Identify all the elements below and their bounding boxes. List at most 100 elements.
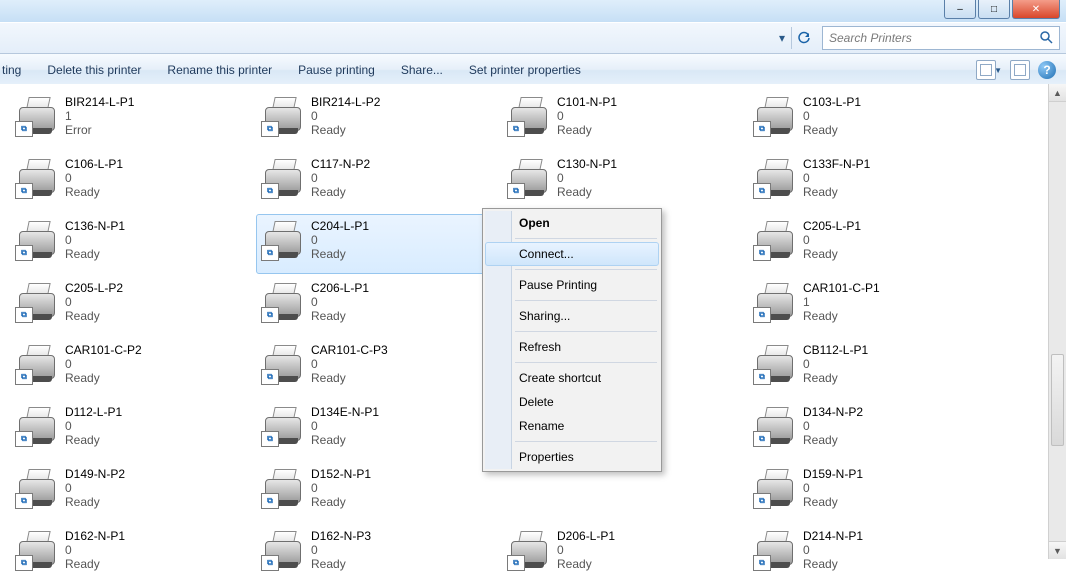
- printer-text: D112-L-P10Ready: [65, 403, 122, 447]
- printer-job-count: 1: [803, 295, 880, 309]
- printer-item[interactable]: ⧉C205-L-P20Ready: [10, 276, 256, 336]
- printer-item[interactable]: ⧉C204-L-P10Ready: [256, 214, 502, 274]
- printer-icon: ⧉: [753, 93, 797, 137]
- printer-icon: ⧉: [261, 217, 305, 261]
- printer-icon: ⧉: [753, 341, 797, 385]
- printer-job-count: 0: [803, 357, 868, 371]
- printer-job-count: 0: [311, 171, 370, 185]
- printer-name: C136-N-P1: [65, 219, 125, 233]
- printer-job-count: 0: [803, 233, 861, 247]
- printer-job-count: 0: [65, 543, 125, 557]
- search-placeholder: Search Printers: [829, 31, 912, 45]
- printer-text: C205-L-P20Ready: [65, 279, 123, 323]
- printer-item[interactable]: ⧉C206-L-P10Ready: [256, 276, 502, 336]
- printer-status: Ready: [311, 309, 369, 323]
- printer-item[interactable]: ⧉D159-N-P10Ready: [748, 462, 994, 522]
- context-refresh[interactable]: Refresh: [485, 335, 659, 359]
- context-open[interactable]: Open: [485, 211, 659, 235]
- printer-item[interactable]: ⧉BIR214-L-P20Ready: [256, 90, 502, 150]
- printer-name: C101-N-P1: [557, 95, 617, 109]
- printer-name: D134E-N-P1: [311, 405, 379, 419]
- printer-name: C106-L-P1: [65, 157, 123, 171]
- vertical-scrollbar[interactable]: ▲ ▼: [1048, 84, 1066, 559]
- rename-printer-command[interactable]: Rename this printer: [167, 63, 272, 77]
- context-pause-printing[interactable]: Pause Printing: [485, 273, 659, 297]
- address-history-chevron-icon[interactable]: ▾: [773, 27, 791, 49]
- printer-item[interactable]: ⧉D214-N-P10Ready: [748, 524, 994, 584]
- context-sharing[interactable]: Sharing...: [485, 304, 659, 328]
- printer-status: Ready: [65, 247, 125, 261]
- view-options-button[interactable]: ▼: [976, 60, 1002, 80]
- printer-status: Ready: [803, 123, 861, 137]
- printer-icon: ⧉: [15, 93, 59, 137]
- printer-icon: ⧉: [753, 279, 797, 323]
- printer-item[interactable]: ⧉D152-N-P10Ready: [256, 462, 502, 522]
- printer-item[interactable]: ⧉D134E-N-P10Ready: [256, 400, 502, 460]
- printer-item[interactable]: ⧉D162-N-P10Ready: [10, 524, 256, 584]
- printer-text: BIR214-L-P11Error: [65, 93, 134, 137]
- printer-item[interactable]: ⧉D134-N-P20Ready: [748, 400, 994, 460]
- printer-name: D162-N-P3: [311, 529, 371, 543]
- printer-status: Ready: [311, 557, 371, 571]
- printer-icon: ⧉: [261, 155, 305, 199]
- printer-status: Ready: [65, 185, 123, 199]
- printer-item[interactable]: ⧉C133F-N-P10Ready: [748, 152, 994, 212]
- refresh-button[interactable]: [791, 27, 816, 49]
- printer-item[interactable]: ⧉D112-L-P10Ready: [10, 400, 256, 460]
- printer-item[interactable]: ⧉C130-N-P10Ready: [502, 152, 748, 212]
- printer-item[interactable]: ⧉CAR101-C-P30Ready: [256, 338, 502, 398]
- context-connect[interactable]: Connect...: [485, 242, 659, 266]
- minimize-button[interactable]: –: [944, 0, 976, 19]
- printer-status: Ready: [803, 433, 863, 447]
- command-cut-left[interactable]: ting: [2, 63, 21, 77]
- context-separator: [515, 269, 657, 270]
- printer-status: Ready: [65, 433, 122, 447]
- printer-text: C136-N-P10Ready: [65, 217, 125, 261]
- context-rename[interactable]: Rename: [485, 414, 659, 438]
- share-command[interactable]: Share...: [401, 63, 443, 77]
- printer-item[interactable]: ⧉C117-N-P20Ready: [256, 152, 502, 212]
- printer-item[interactable]: ⧉D162-N-P30Ready: [256, 524, 502, 584]
- printer-item[interactable]: ⧉C106-L-P10Ready: [10, 152, 256, 212]
- pause-printing-command[interactable]: Pause printing: [298, 63, 375, 77]
- printer-status: Ready: [557, 185, 617, 199]
- printer-text: D162-N-P10Ready: [65, 527, 125, 571]
- search-input[interactable]: Search Printers: [822, 26, 1060, 50]
- printer-text: D134-N-P20Ready: [803, 403, 863, 447]
- context-properties[interactable]: Properties: [485, 445, 659, 469]
- printer-icon: ⧉: [15, 527, 59, 571]
- printer-status: Ready: [311, 433, 379, 447]
- printer-item[interactable]: ⧉CAR101-C-P11Ready: [748, 276, 994, 336]
- printer-name: D162-N-P1: [65, 529, 125, 543]
- printer-job-count: 0: [311, 357, 388, 371]
- printer-item[interactable]: ⧉BIR214-L-P11Error: [10, 90, 256, 150]
- printer-text: C130-N-P10Ready: [557, 155, 617, 199]
- context-create-shortcut[interactable]: Create shortcut: [485, 366, 659, 390]
- printer-properties-command[interactable]: Set printer properties: [469, 63, 581, 77]
- printer-item[interactable]: ⧉D206-L-P10Ready: [502, 524, 748, 584]
- scroll-up-arrow-icon[interactable]: ▲: [1049, 84, 1066, 102]
- printer-icon: ⧉: [753, 527, 797, 571]
- printer-text: C204-L-P10Ready: [311, 217, 369, 261]
- printer-item[interactable]: ⧉C103-L-P10Ready: [748, 90, 994, 150]
- printer-status: Ready: [311, 247, 369, 261]
- scroll-thumb[interactable]: [1051, 354, 1064, 446]
- scroll-down-arrow-icon[interactable]: ▼: [1049, 541, 1066, 559]
- printer-item[interactable]: ⧉C136-N-P10Ready: [10, 214, 256, 274]
- printer-name: C206-L-P1: [311, 281, 369, 295]
- printer-name: D159-N-P1: [803, 467, 863, 481]
- printer-item[interactable]: ⧉C205-L-P10Ready: [748, 214, 994, 274]
- printer-item[interactable]: ⧉CB112-L-P10Ready: [748, 338, 994, 398]
- printer-item[interactable]: ⧉D149-N-P20Ready: [10, 462, 256, 522]
- preview-pane-button[interactable]: [1010, 60, 1030, 80]
- delete-printer-command[interactable]: Delete this printer: [47, 63, 141, 77]
- printer-item[interactable]: ⧉CAR101-C-P20Ready: [10, 338, 256, 398]
- printer-status: Ready: [557, 123, 617, 137]
- printer-item[interactable]: ⧉C101-N-P10Ready: [502, 90, 748, 150]
- help-button[interactable]: ?: [1038, 61, 1056, 79]
- close-button[interactable]: ✕: [1012, 0, 1060, 19]
- printer-icon: ⧉: [507, 155, 551, 199]
- context-delete[interactable]: Delete: [485, 390, 659, 414]
- maximize-button[interactable]: □: [978, 0, 1010, 19]
- titlebar: – □ ✕: [0, 0, 1066, 22]
